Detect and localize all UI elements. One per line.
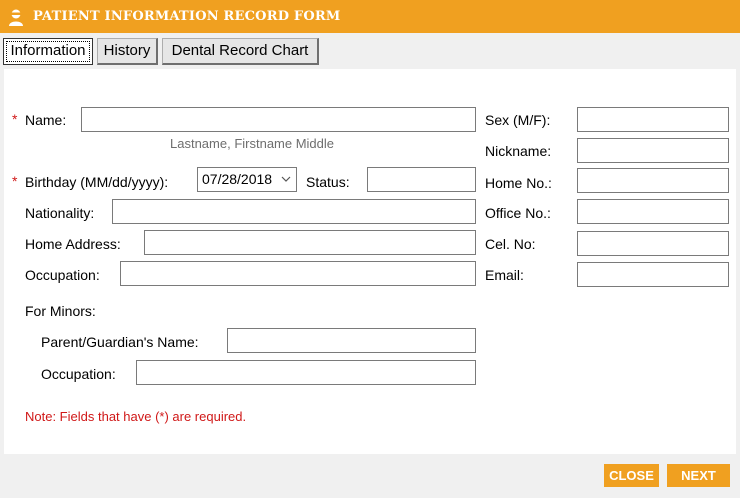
email-input[interactable]	[577, 262, 729, 287]
home-address-input[interactable]	[144, 230, 476, 255]
nickname-input[interactable]	[577, 138, 729, 163]
guardian-occupation-input[interactable]	[136, 360, 476, 385]
home-no-label: Home No.:	[485, 175, 552, 191]
user-icon	[9, 9, 23, 26]
for-minors-label: For Minors:	[25, 303, 96, 319]
chevron-down-icon	[281, 176, 291, 182]
sex-input[interactable]	[577, 107, 729, 132]
tab-history[interactable]: History	[97, 38, 158, 65]
office-no-label: Office No.:	[485, 205, 551, 221]
guardian-name-input[interactable]	[227, 328, 476, 353]
window-title: PATIENT INFORMATION RECORD FORM	[33, 9, 341, 24]
required-note: Note: Fields that have (*) are required.	[25, 409, 247, 424]
birthday-value: 07/28/2018	[202, 171, 273, 187]
cel-no-input[interactable]	[577, 231, 729, 256]
close-button[interactable]: CLOSE	[604, 464, 659, 487]
required-marker: *	[12, 111, 18, 127]
guardian-name-label: Parent/Guardian's Name:	[41, 334, 199, 350]
name-label: Name:	[25, 112, 67, 128]
sex-label: Sex (M/F):	[485, 112, 551, 128]
occupation-label: Occupation:	[25, 267, 100, 283]
nationality-input[interactable]	[112, 199, 476, 224]
title-bar: PATIENT INFORMATION RECORD FORM	[0, 0, 740, 33]
birthday-label: Birthday (MM/dd/yyyy):	[25, 174, 169, 190]
birthday-date-picker[interactable]: 07/28/2018	[197, 167, 297, 192]
office-no-input[interactable]	[577, 199, 729, 224]
nickname-label: Nickname:	[485, 143, 552, 159]
name-input[interactable]	[81, 107, 476, 132]
home-no-input[interactable]	[577, 168, 729, 193]
name-hint: Lastname, Firstname Middle	[170, 136, 335, 151]
tab-information[interactable]: Information	[3, 38, 93, 65]
home-address-label: Home Address:	[25, 236, 121, 252]
email-label: Email:	[485, 267, 524, 283]
required-marker: *	[12, 173, 18, 189]
guardian-occupation-label: Occupation:	[41, 366, 116, 382]
nationality-label: Nationality:	[25, 205, 95, 221]
next-button[interactable]: NEXT	[667, 464, 730, 487]
status-label: Status:	[306, 174, 350, 190]
status-input[interactable]	[367, 167, 476, 192]
cel-no-label: Cel. No:	[485, 236, 536, 252]
occupation-input[interactable]	[120, 261, 476, 286]
tab-dental-record-chart[interactable]: Dental Record Chart	[162, 38, 319, 65]
